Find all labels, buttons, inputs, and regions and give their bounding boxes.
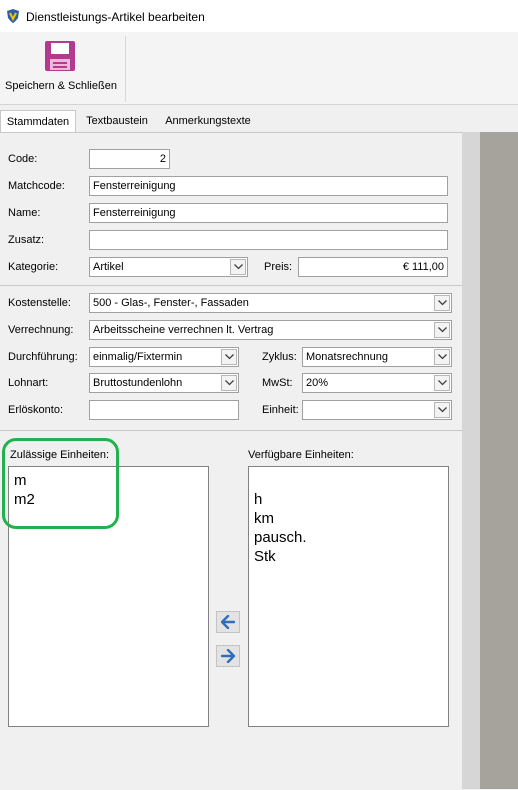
durchfuehrung-value: einmalig/Fixtermin [93,351,183,363]
zyklus-label: Zyklus: [262,351,297,363]
available-units-label: Verfügbare Einheiten: [248,449,354,461]
zusatz-field[interactable] [89,230,448,250]
kategorie-label: Kategorie: [8,261,59,273]
lohnart-dropdown-button[interactable] [221,375,237,391]
einheit-dropdown-button[interactable] [434,402,450,418]
chevron-down-icon [438,407,447,413]
floppy-disk-icon [45,41,75,71]
zyklus-combo[interactable]: Monatsrechnung [302,347,452,367]
list-item[interactable]: km [254,509,443,528]
kategorie-value: Artikel [93,261,124,273]
verrechnung-value: Arbeitsscheine verrechnen lt. Vertrag [93,324,274,336]
tab-stammdaten[interactable]: Stammdaten [0,110,76,134]
allowed-units-list[interactable]: m m2 [8,466,209,727]
mwst-label: MwSt: [262,377,293,389]
kategorie-combo[interactable]: Artikel [89,257,248,277]
chevron-down-icon [438,380,447,386]
mwst-value: 20% [306,377,329,389]
kostenstelle-combo[interactable]: 500 - Glas-, Fenster-, Fassaden [89,293,452,313]
app-logo-icon [7,9,19,23]
lohnart-combo[interactable]: Bruttostundenlohn [89,373,239,393]
available-units-list[interactable]: h km pausch. Stk [248,466,449,727]
section-divider [0,430,462,431]
verrechnung-dropdown-button[interactable] [434,322,450,338]
zyklus-dropdown-button[interactable] [434,349,450,365]
lohnart-value: Bruttostundenlohn [93,377,183,389]
verrechnung-label: Verrechnung: [8,324,74,336]
list-item[interactable]: h [254,490,443,509]
chevron-down-icon [438,354,447,360]
chevron-down-icon [438,300,447,306]
kostenstelle-dropdown-button[interactable] [434,295,450,311]
code-field[interactable]: 2 [89,149,170,169]
erloeskonto-label: Erlöskonto: [8,404,64,416]
save-close-button[interactable]: Speichern & Schließen [0,36,122,100]
matchcode-label: Matchcode: [8,180,65,192]
section-divider [0,285,462,286]
list-item[interactable]: m [14,471,203,490]
arrow-right-icon [221,649,235,663]
einheit-combo[interactable] [302,400,452,420]
verrechnung-combo[interactable]: Arbeitsscheine verrechnen lt. Vertrag [89,320,452,340]
code-label: Code: [8,153,38,165]
tab-anmerkungstexte[interactable]: Anmerkungstexte [160,110,256,132]
preis-field[interactable]: € 111,00 [298,257,448,277]
title-bar: Dienstleistungs-Artikel bearbeiten [0,0,518,32]
window-title: Dienstleistungs-Artikel bearbeiten [26,10,205,24]
zusatz-label: Zusatz: [8,234,45,246]
list-item[interactable]: pausch. [254,528,443,547]
durchfuehrung-dropdown-button[interactable] [221,349,237,365]
durchfuehrung-label: Durchführung: [8,351,78,363]
save-close-label: Speichern & Schließen [5,80,117,92]
kategorie-dropdown-button[interactable] [230,259,246,275]
matchcode-field[interactable]: Fensterreinigung [89,176,448,196]
zyklus-value: Monatsrechnung [306,351,388,363]
kostenstelle-label: Kostenstelle: [8,297,71,309]
list-item[interactable]: m2 [14,490,203,509]
durchfuehrung-combo[interactable]: einmalig/Fixtermin [89,347,239,367]
tab-strip: Stammdaten Textbaustein Anmerkungstexte [0,110,518,134]
remove-unit-button[interactable] [216,645,240,667]
vertical-scrollbar[interactable] [462,132,480,789]
list-item[interactable]: Stk [254,547,443,566]
preis-label: Preis: [264,261,293,273]
mwst-dropdown-button[interactable] [434,375,450,391]
chevron-down-icon [234,264,243,270]
chevron-down-icon [438,327,447,333]
add-unit-button[interactable] [216,611,240,633]
kostenstelle-value: 500 - Glas-, Fenster-, Fassaden [93,297,249,309]
chevron-down-icon [225,380,234,386]
mwst-combo[interactable]: 20% [302,373,452,393]
chevron-down-icon [225,354,234,360]
name-field[interactable]: Fensterreinigung [89,203,448,223]
arrow-left-icon [221,615,235,629]
list-item[interactable] [254,471,443,490]
ribbon-separator [125,36,126,102]
tab-textbaustein[interactable]: Textbaustein [78,110,156,132]
allowed-units-label: Zulässige Einheiten: [10,449,110,461]
erloeskonto-field[interactable] [89,400,239,420]
lohnart-label: Lohnart: [8,377,49,389]
name-label: Name: [8,207,41,219]
einheit-label: Einheit: [262,404,299,416]
background-panel [480,132,518,789]
